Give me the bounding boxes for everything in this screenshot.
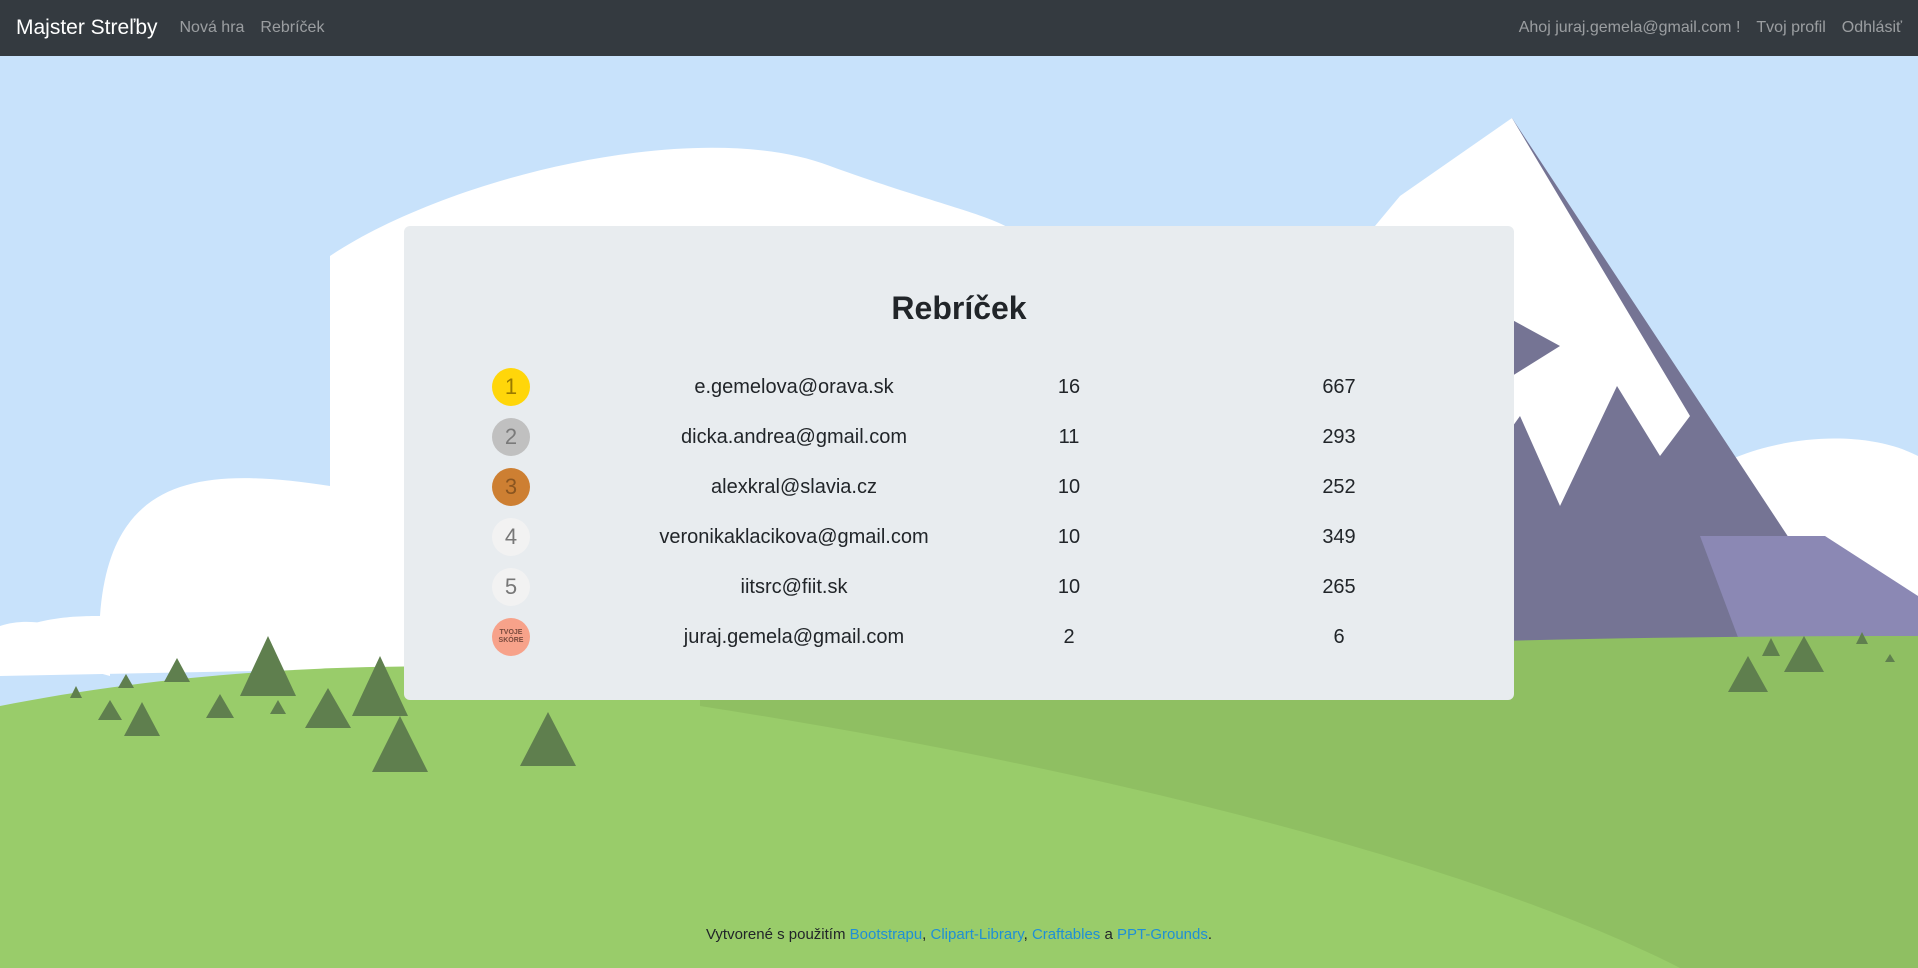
player-value-b: 349 bbox=[1322, 525, 1356, 548]
navbar: Majster Streľby Nová hra Rebríček Ahoj j… bbox=[0, 0, 1918, 56]
player-value-a: 16 bbox=[1057, 375, 1081, 398]
player-email: juraj.gemela@gmail.com bbox=[683, 625, 905, 648]
footer-prefix: Vytvorené s použitím bbox=[705, 926, 850, 943]
leaderboard-row: 1 e.gemelova@orava.sk 16 667 bbox=[404, 362, 1514, 412]
leaderboard-row-current-user: TVOJE SKÓRE juraj.gemela@gmail.com 2 6 bbox=[404, 612, 1514, 662]
user-greeting[interactable]: Ahoj juraj.gemela@gmail.com ! bbox=[1519, 19, 1741, 37]
footer-link-craftables[interactable]: Craftables bbox=[1032, 926, 1100, 943]
footer-link-clipart-library[interactable]: Clipart-Library bbox=[931, 926, 1024, 943]
player-value-a: 11 bbox=[1058, 425, 1080, 448]
player-email: veronikaklacikova@gmail.com bbox=[659, 525, 929, 548]
player-email: alexkral@slavia.cz bbox=[711, 475, 877, 498]
footer-link-ppt-grounds[interactable]: PPT-Grounds bbox=[1117, 926, 1208, 943]
rank-4-badge: 4 bbox=[492, 518, 530, 556]
footer: Vytvorené s použitím Bootstrapu, Clipart… bbox=[0, 926, 1918, 943]
player-email: iitsrc@fiit.sk bbox=[740, 575, 848, 598]
player-value-b: 265 bbox=[1322, 575, 1356, 598]
leaderboard-card: Rebríček 1 e.gemelova@orava.sk 16 667 2 … bbox=[404, 226, 1514, 700]
footer-separator: , bbox=[922, 926, 931, 943]
player-email: e.gemelova@orava.sk bbox=[694, 375, 894, 398]
player-value-b: 293 bbox=[1322, 425, 1356, 448]
brand-link[interactable]: Majster Streľby bbox=[16, 16, 158, 40]
rank-2-badge: 2 bbox=[492, 418, 530, 456]
leaderboard-title: Rebríček bbox=[891, 290, 1027, 326]
footer-link-bootstrap[interactable]: Bootstrapu bbox=[850, 926, 923, 943]
player-value-b: 252 bbox=[1322, 475, 1356, 498]
nav-logout[interactable]: Odhlásiť bbox=[1842, 19, 1902, 37]
player-email: dicka.andrea@gmail.com bbox=[681, 425, 907, 448]
footer-separator: , bbox=[1023, 926, 1032, 943]
rank-1-badge: 1 bbox=[492, 368, 530, 406]
player-value-a: 2 bbox=[1063, 625, 1075, 648]
your-score-badge: TVOJE SKÓRE bbox=[492, 618, 530, 656]
player-value-a: 10 bbox=[1057, 475, 1081, 498]
player-value-a: 10 bbox=[1057, 575, 1081, 598]
nav-new-game[interactable]: Nová hra bbox=[180, 19, 245, 37]
footer-separator: a bbox=[1100, 926, 1117, 943]
nav-right: Ahoj juraj.gemela@gmail.com ! Tvoj profi… bbox=[1503, 19, 1902, 37]
player-value-b: 6 bbox=[1333, 625, 1345, 648]
rank-5-badge: 5 bbox=[492, 568, 530, 606]
nav-leaderboard[interactable]: Rebríček bbox=[260, 19, 324, 37]
leaderboard-row: 4 veronikaklacikova@gmail.com 10 349 bbox=[404, 512, 1514, 562]
leaderboard-row: 5 iitsrc@fiit.sk 10 265 bbox=[404, 562, 1514, 612]
leaderboard-row: 3 alexkral@slavia.cz 10 252 bbox=[404, 462, 1514, 512]
player-value-a: 10 bbox=[1057, 525, 1081, 548]
rank-3-badge: 3 bbox=[492, 468, 530, 506]
leaderboard-row: 2 dicka.andrea@gmail.com 11 293 bbox=[404, 412, 1514, 462]
player-value-b: 667 bbox=[1322, 375, 1356, 398]
nav-profile[interactable]: Tvoj profil bbox=[1756, 19, 1825, 37]
footer-suffix: . bbox=[1207, 926, 1213, 943]
